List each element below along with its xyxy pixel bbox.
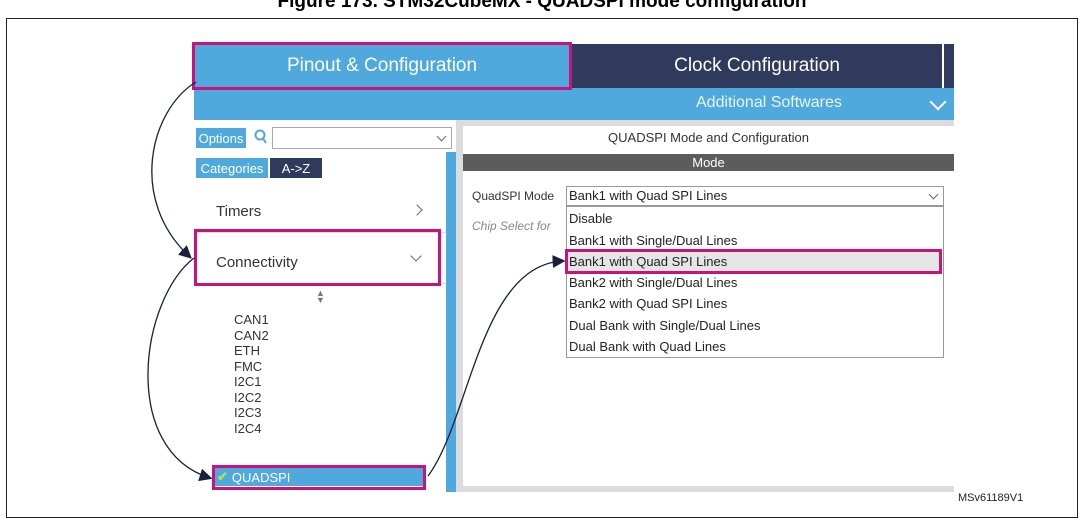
arrow-pinout-to-connectivity bbox=[151, 81, 197, 259]
arrow-quadspi-to-option bbox=[427, 255, 566, 477]
reference-id: MSv61189V1 bbox=[958, 492, 1024, 504]
arrow-connectivity-to-quadspi bbox=[147, 257, 213, 482]
flow-arrows bbox=[147, 81, 566, 482]
